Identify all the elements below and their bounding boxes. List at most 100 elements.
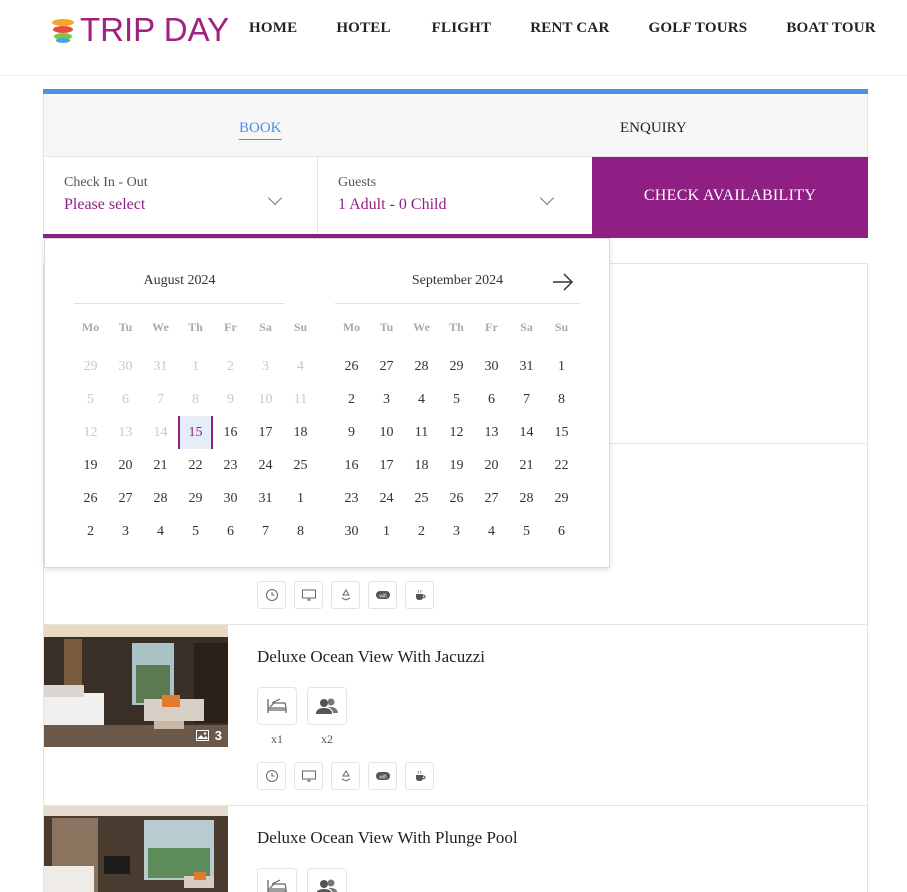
calendar-day[interactable]: 10 bbox=[369, 416, 404, 449]
calendar-day[interactable]: 18 bbox=[404, 449, 439, 482]
calendar-day[interactable]: 22 bbox=[544, 449, 579, 482]
calendar-day[interactable]: 1 bbox=[544, 350, 579, 383]
logo-text: TRIP DAY bbox=[80, 11, 230, 48]
booking-widget: BOOK ENQUIRY Check In - Out Please selec… bbox=[43, 89, 868, 238]
calendar-day[interactable]: 25 bbox=[283, 449, 318, 482]
calendar-day[interactable]: 27 bbox=[108, 482, 143, 515]
room-photo[interactable] bbox=[44, 806, 228, 892]
weekday-label: Fr bbox=[485, 320, 498, 334]
nav-boat-tour[interactable]: BOAT TOUR bbox=[786, 20, 875, 37]
calendar-day[interactable]: 24 bbox=[248, 449, 283, 482]
calendar-day[interactable]: 28 bbox=[143, 482, 178, 515]
calendar-day[interactable]: 7 bbox=[509, 383, 544, 416]
calendar-day[interactable]: 8 bbox=[283, 515, 318, 548]
calendar-day[interactable]: 1 bbox=[283, 482, 318, 515]
calendar-day[interactable]: 1 bbox=[369, 515, 404, 548]
room-title[interactable]: Deluxe Ocean View With Plunge Pool bbox=[257, 828, 518, 848]
calendar-day[interactable]: 29 bbox=[178, 482, 213, 515]
calendar-day[interactable]: 31 bbox=[509, 350, 544, 383]
calendar-day[interactable]: 7 bbox=[248, 515, 283, 548]
calendar-day[interactable]: 20 bbox=[474, 449, 509, 482]
nav-home[interactable]: HOME bbox=[249, 20, 297, 37]
calendar-day[interactable]: 27 bbox=[474, 482, 509, 515]
calendar-day[interactable]: 4 bbox=[474, 515, 509, 548]
calendar-day[interactable]: 20 bbox=[108, 449, 143, 482]
calendar-day[interactable]: 23 bbox=[334, 482, 369, 515]
calendar-day[interactable]: 28 bbox=[404, 350, 439, 383]
nav-golf-tours[interactable]: GOLF TOURS bbox=[648, 20, 747, 37]
calendar-day[interactable]: 6 bbox=[544, 515, 579, 548]
logo-icon bbox=[52, 17, 76, 43]
calendar-day[interactable]: 15 bbox=[178, 416, 213, 449]
calendar-day[interactable]: 29 bbox=[439, 350, 474, 383]
calendar-day: 10 bbox=[258, 392, 273, 407]
calendar-day[interactable]: 12 bbox=[439, 416, 474, 449]
calendar-day[interactable]: 30 bbox=[213, 482, 248, 515]
checkin-field[interactable]: Check In - Out Please select bbox=[43, 157, 318, 234]
calendar-day[interactable]: 30 bbox=[474, 350, 509, 383]
calendar-day[interactable]: 17 bbox=[248, 416, 283, 449]
room-card: Deluxe Ocean View With Plunge Pool bbox=[43, 806, 868, 892]
room-card: 3 Deluxe Ocean View With Jacuzzi x1 x2 w… bbox=[43, 625, 868, 806]
photo-count: 3 bbox=[195, 728, 222, 743]
calendar-day[interactable]: 13 bbox=[474, 416, 509, 449]
calendar-day[interactable]: 25 bbox=[404, 482, 439, 515]
calendar-day[interactable]: 6 bbox=[474, 383, 509, 416]
calendar-day[interactable]: 29 bbox=[544, 482, 579, 515]
calendar-day[interactable]: 16 bbox=[334, 449, 369, 482]
calendar-day[interactable]: 15 bbox=[544, 416, 579, 449]
calendar-day[interactable]: 19 bbox=[73, 449, 108, 482]
checkin-value: Please select bbox=[64, 196, 146, 213]
calendar-day[interactable]: 19 bbox=[439, 449, 474, 482]
svg-text:wifi: wifi bbox=[379, 594, 386, 600]
calendar-day[interactable]: 14 bbox=[509, 416, 544, 449]
room-photo[interactable]: 3 bbox=[44, 625, 228, 747]
calendar-day[interactable]: 6 bbox=[213, 515, 248, 548]
calendar-day[interactable]: 17 bbox=[369, 449, 404, 482]
calendar-day[interactable]: 9 bbox=[334, 416, 369, 449]
nav-hotel[interactable]: HOTEL bbox=[336, 20, 390, 37]
guests-field[interactable]: Guests 1 Adult - 0 Child bbox=[318, 157, 592, 234]
tab-book[interactable]: BOOK bbox=[239, 120, 282, 140]
calendar-day[interactable]: 2 bbox=[334, 383, 369, 416]
calendar-day[interactable]: 23 bbox=[213, 449, 248, 482]
calendar-day[interactable]: 4 bbox=[143, 515, 178, 548]
logo[interactable]: TRIP DAY bbox=[52, 12, 229, 48]
calendar-day[interactable]: 21 bbox=[509, 449, 544, 482]
calendar-day[interactable]: 5 bbox=[509, 515, 544, 548]
nav-rent-car[interactable]: RENT CAR bbox=[530, 20, 609, 37]
calendar-day[interactable]: 11 bbox=[404, 416, 439, 449]
calendar-day[interactable]: 21 bbox=[143, 449, 178, 482]
calendar-day[interactable]: 26 bbox=[334, 350, 369, 383]
calendar-day[interactable]: 27 bbox=[369, 350, 404, 383]
calendar-day[interactable]: 30 bbox=[334, 515, 369, 548]
calendar-day[interactable]: 4 bbox=[404, 383, 439, 416]
calendar-day[interactable]: 8 bbox=[544, 383, 579, 416]
bed-icon bbox=[257, 868, 297, 892]
check-availability-button[interactable]: CHECK AVAILABILITY bbox=[592, 157, 868, 234]
calendar-day[interactable]: 5 bbox=[178, 515, 213, 548]
calendar-day[interactable]: 2 bbox=[404, 515, 439, 548]
bed-count: x1 bbox=[271, 732, 283, 746]
calendar-day[interactable]: 5 bbox=[439, 383, 474, 416]
calendar-day[interactable]: 18 bbox=[283, 416, 318, 449]
tv-icon bbox=[294, 762, 323, 790]
nav-flight[interactable]: FLIGHT bbox=[432, 20, 492, 37]
calendar-day[interactable]: 3 bbox=[369, 383, 404, 416]
calendar-day[interactable]: 22 bbox=[178, 449, 213, 482]
calendar-day[interactable]: 31 bbox=[248, 482, 283, 515]
photo-count-value: 3 bbox=[214, 728, 222, 743]
calendar-day[interactable]: 28 bbox=[509, 482, 544, 515]
room-title[interactable]: Deluxe Ocean View With Jacuzzi bbox=[257, 647, 485, 667]
coffee-icon bbox=[405, 762, 434, 790]
arrow-right-icon[interactable] bbox=[552, 272, 574, 292]
calendar-day[interactable]: 3 bbox=[108, 515, 143, 548]
tab-enquiry[interactable]: ENQUIRY bbox=[620, 120, 687, 137]
calendar-day[interactable]: 16 bbox=[213, 416, 248, 449]
calendar-day[interactable]: 26 bbox=[439, 482, 474, 515]
calendar-day[interactable]: 26 bbox=[73, 482, 108, 515]
guest-count: x2 bbox=[321, 732, 333, 746]
calendar-day[interactable]: 3 bbox=[439, 515, 474, 548]
calendar-day[interactable]: 2 bbox=[73, 515, 108, 548]
calendar-day[interactable]: 24 bbox=[369, 482, 404, 515]
